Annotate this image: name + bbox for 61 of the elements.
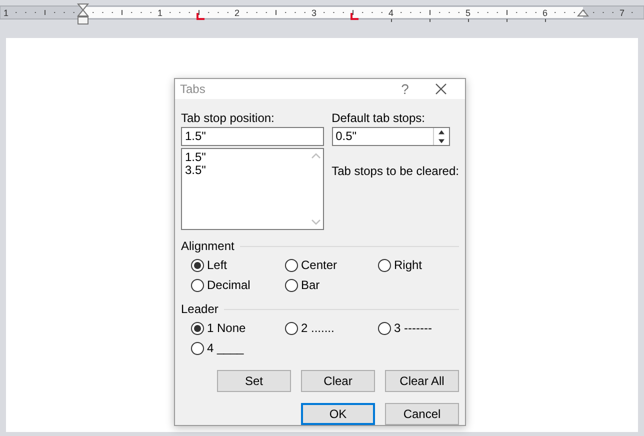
list-item[interactable]: 1.5"	[185, 151, 206, 164]
radio-button[interactable]	[191, 258, 204, 272]
ruler-number: 5	[466, 8, 470, 18]
list-item[interactable]: 3.5"	[185, 164, 206, 177]
ruler-number: 6	[542, 8, 548, 18]
radio-option[interactable]: Right	[378, 257, 459, 273]
input-field[interactable]: 1.5"	[181, 127, 324, 146]
close-icon[interactable]	[435, 83, 447, 95]
action-button[interactable]: Clear All	[385, 370, 459, 392]
radio-button[interactable]	[285, 322, 298, 334]
tab-stop-marker[interactable]	[350, 13, 358, 20]
radio-label: Left	[207, 258, 228, 272]
section-title: Alignment	[181, 239, 234, 253]
default-button[interactable]: OK	[301, 403, 375, 425]
radio-label: Center	[301, 258, 338, 272]
radio-button[interactable]	[191, 322, 204, 334]
radio-button[interactable]	[378, 322, 391, 334]
ruler-number: 1	[4, 8, 8, 18]
section-title: Leader	[181, 302, 218, 316]
radio-label: Right	[394, 258, 422, 272]
dialog-title: Tabs	[180, 82, 206, 96]
radio-button[interactable]	[191, 342, 204, 354]
spin-field[interactable]: 0.5"	[332, 127, 450, 146]
radio-label: 4 ____	[207, 341, 244, 355]
dialog-button[interactable]: Cancel	[385, 403, 459, 425]
action-button[interactable]: Clear	[301, 370, 375, 392]
radio-option[interactable]: Left	[191, 257, 285, 273]
radio-option[interactable]: 2 .......	[285, 320, 378, 336]
field-label: Tab stop position:	[181, 110, 276, 127]
tab-stop-marker[interactable]	[196, 13, 204, 20]
default-tab-tick	[506, 19, 508, 22]
help-button[interactable]: ?	[385, 81, 425, 97]
radio-button[interactable]	[378, 258, 391, 272]
tab-stop-list[interactable]: 1.5" 3.5"	[181, 148, 324, 230]
radio-label: Bar	[301, 278, 320, 292]
radio-button[interactable]	[191, 278, 204, 292]
field-label: Default tab stops:	[332, 110, 426, 127]
ruler-number: 4	[388, 8, 394, 18]
radio-option[interactable]: Center	[285, 257, 378, 273]
radio-label: Decimal	[207, 278, 250, 292]
radio-label: 2 .......	[301, 321, 334, 335]
indent-marker-icon[interactable]	[576, 9, 590, 16]
default-tab-tick	[391, 19, 392, 22]
indent-marker-icon[interactable]	[76, 4, 90, 24]
ruler-number: 7	[620, 8, 624, 18]
radio-option[interactable]: Decimal	[191, 277, 285, 293]
ruler-number: 2	[234, 8, 240, 18]
radio-option[interactable]: 1 None	[191, 320, 285, 336]
radio-label: 1 None	[207, 321, 246, 335]
radio-button[interactable]	[285, 258, 298, 272]
radio-option[interactable]: 4 ____	[191, 340, 285, 356]
field-label: Tab stops to be cleared:	[332, 163, 459, 180]
action-button[interactable]: Set	[217, 370, 291, 392]
radio-option[interactable]: Bar	[285, 277, 378, 293]
radio-button[interactable]	[285, 278, 298, 292]
default-tab-tick	[545, 19, 546, 22]
ruler-number: 1	[158, 8, 162, 18]
radio-label: 3 -------	[394, 321, 432, 335]
default-tab-tick	[468, 19, 469, 22]
ruler-number: 3	[312, 8, 316, 18]
radio-option[interactable]: 3 -------	[378, 320, 459, 336]
